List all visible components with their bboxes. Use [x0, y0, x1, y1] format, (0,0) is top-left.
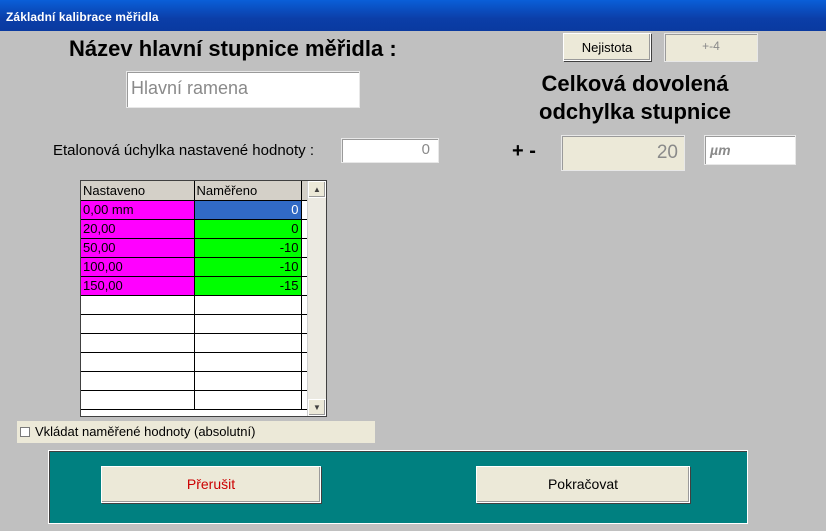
cell-measured-value[interactable]: [194, 371, 302, 391]
cell-set-value[interactable]: [81, 314, 195, 334]
cell-set-value[interactable]: 150,00: [81, 276, 195, 296]
cell-measured-value[interactable]: -15: [194, 276, 302, 296]
table-row[interactable]: [81, 295, 309, 315]
cell-set-value[interactable]: [81, 371, 195, 391]
cell-set-value[interactable]: 100,00: [81, 257, 195, 277]
cell-set-value[interactable]: [81, 390, 195, 410]
scroll-down-icon[interactable]: ▼: [308, 399, 326, 416]
calibration-grid[interactable]: Nastaveno Naměřeno 0,00 mm 0 20,00 0 50,00 -1…: [80, 180, 327, 417]
grid-vertical-scrollbar[interactable]: ▲ ▼: [307, 181, 326, 416]
calibration-table: Nastaveno Naměřeno 0,00 mm 0 20,00 0 50,00 -1…: [81, 181, 309, 410]
window-title: Základní kalibrace měřidla: [6, 10, 159, 24]
uncertainty-value: +-4: [664, 33, 758, 62]
table-row[interactable]: [81, 314, 309, 334]
table-row[interactable]: 0,00 mm 0: [81, 200, 309, 220]
tolerance-heading-line1: Celková dovolená: [541, 71, 729, 96]
cell-measured-value[interactable]: -10: [194, 238, 302, 258]
table-row[interactable]: 50,00 -10: [81, 238, 309, 258]
cell-measured-value[interactable]: [194, 390, 302, 410]
continue-button[interactable]: Pokračovat: [476, 466, 690, 503]
table-row[interactable]: 100,00 -10: [81, 257, 309, 277]
cancel-button[interactable]: Přerušit: [101, 466, 321, 503]
scale-name-heading: Název hlavní stupnice měřidla :: [69, 36, 397, 61]
cell-measured-value[interactable]: 0: [194, 200, 302, 220]
cell-set-value[interactable]: [81, 295, 195, 315]
cell-set-value[interactable]: 20,00: [81, 219, 195, 239]
tolerance-value: 20: [561, 135, 685, 171]
cell-measured-value[interactable]: [194, 352, 302, 372]
cell-set-value[interactable]: 50,00: [81, 238, 195, 258]
cell-measured-value[interactable]: -10: [194, 257, 302, 277]
title-bar: Základní kalibrace měřidla: [0, 0, 826, 31]
table-row[interactable]: 150,00 -15: [81, 276, 309, 296]
plus-minus-label: + -: [512, 140, 536, 162]
table-row[interactable]: [81, 333, 309, 353]
table-row[interactable]: [81, 352, 309, 372]
uncertainty-button[interactable]: Nejistota: [563, 33, 651, 61]
table-row[interactable]: [81, 390, 309, 410]
cell-set-value[interactable]: 0,00 mm: [81, 200, 195, 220]
tolerance-heading-line2: odchylka stupnice: [539, 99, 731, 124]
cell-measured-value[interactable]: 0: [194, 219, 302, 239]
cell-measured-value[interactable]: [194, 333, 302, 353]
scroll-up-icon[interactable]: ▲: [308, 181, 326, 198]
scale-name-input[interactable]: Hlavní ramena: [126, 71, 360, 108]
tolerance-heading: Celková dovolená odchylka stupnice: [500, 70, 770, 126]
tolerance-unit-field[interactable]: µm: [704, 135, 796, 165]
table-row[interactable]: [81, 371, 309, 391]
absolute-values-checkbox[interactable]: Vkládat naměřené hodnoty (absolutní): [17, 421, 375, 443]
etalon-deviation-label: Etalonová úchylka nastavené hodnoty :: [53, 142, 315, 159]
etalon-deviation-input[interactable]: 0: [341, 138, 439, 163]
column-header-set: Nastaveno: [81, 181, 195, 201]
cell-set-value[interactable]: [81, 333, 195, 353]
column-header-measured: Naměřeno: [194, 181, 302, 201]
checkbox-label: Vkládat naměřené hodnoty (absolutní): [35, 424, 256, 439]
table-row[interactable]: 20,00 0: [81, 219, 309, 239]
cell-measured-value[interactable]: [194, 314, 302, 334]
cell-set-value[interactable]: [81, 352, 195, 372]
table-header-row: Nastaveno Naměřeno: [81, 181, 309, 201]
cell-measured-value[interactable]: [194, 295, 302, 315]
checkbox-box[interactable]: [20, 427, 30, 437]
